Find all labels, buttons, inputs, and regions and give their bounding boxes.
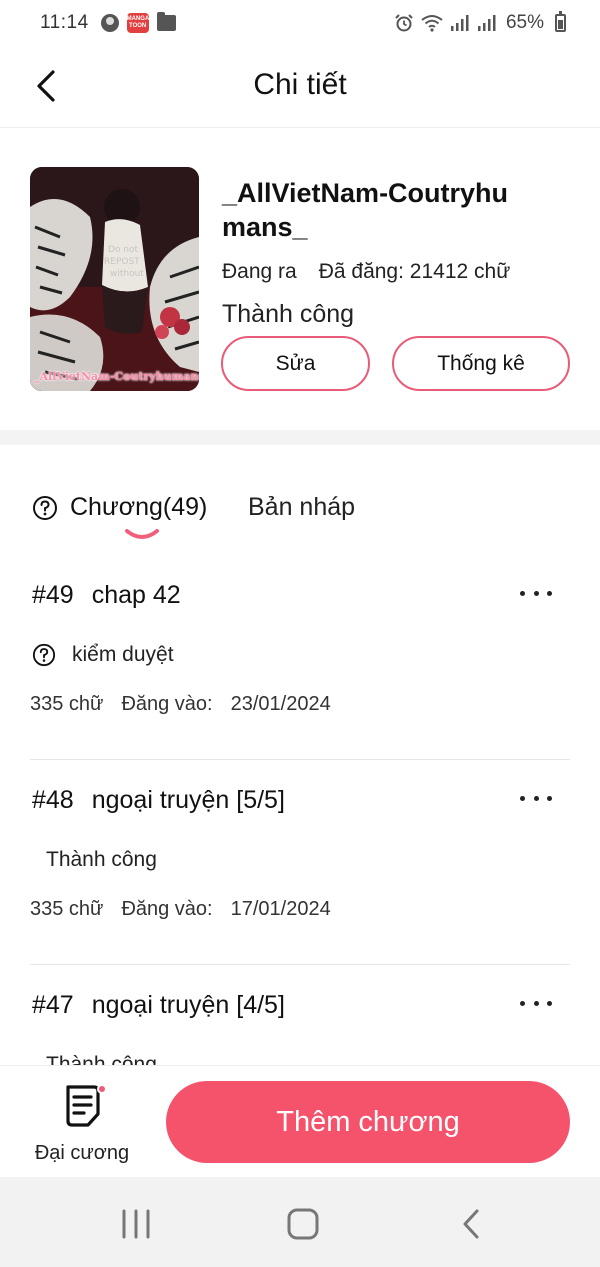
page-title: Chi tiết bbox=[253, 68, 347, 101]
story-state: Đang ra bbox=[222, 260, 297, 283]
more-dot bbox=[520, 795, 525, 801]
story-title: _AllVietNam-Coutryhumans_ bbox=[222, 178, 509, 242]
status-time: 11:14 bbox=[40, 12, 89, 33]
app-badge-icon: MANGA TOON bbox=[126, 13, 149, 33]
recent-apps-button[interactable] bbox=[116, 1207, 156, 1241]
chapter-number: #47 bbox=[32, 991, 74, 1019]
chapter-title: ngoại truyện [4/5] bbox=[91, 991, 285, 1019]
wifi-icon bbox=[421, 15, 443, 32]
chapter-status: Thành công bbox=[46, 848, 157, 872]
chapter-heading: #48 ngoại truyện [5/5] bbox=[32, 786, 285, 815]
chapter-posted-label: Đăng vào: bbox=[121, 898, 213, 920]
chapter-more-button[interactable] bbox=[520, 993, 552, 1013]
cover-caption: _AllVietNam-Coutryhumans_ bbox=[34, 370, 199, 383]
battery-icon bbox=[555, 11, 566, 32]
chapter-list: #49 chap 42 kiểm duyệt 335 chữ Đăng vào:… bbox=[0, 555, 600, 1065]
more-dot bbox=[547, 590, 552, 596]
status-bar: 11:14 MANGA TOON 65% bbox=[0, 0, 600, 46]
tab-chapters[interactable]: Chương(49) bbox=[32, 493, 207, 522]
folder-icon bbox=[156, 12, 176, 31]
section-divider bbox=[0, 430, 600, 445]
status-notification-icons: MANGA TOON bbox=[100, 12, 176, 33]
status-system-icons: 65% bbox=[394, 11, 566, 34]
help-circle-icon bbox=[33, 495, 57, 520]
active-tab-indicator bbox=[125, 529, 159, 539]
chapter-date: 17/01/2024 bbox=[230, 898, 331, 920]
svg-text:without: without bbox=[110, 269, 144, 279]
bottom-action-bar: Đại cương Thêm chương bbox=[0, 1065, 600, 1177]
outline-label: Đại cương bbox=[34, 1142, 130, 1164]
home-button[interactable] bbox=[283, 1207, 323, 1241]
recent-apps-icon bbox=[122, 1209, 150, 1239]
tab-drafts[interactable]: Bản nháp bbox=[248, 493, 355, 522]
alarm-icon bbox=[395, 14, 413, 32]
cover-illustration: Do not REPOST without bbox=[30, 167, 199, 391]
svg-text:REPOST: REPOST bbox=[104, 257, 140, 267]
svg-text:Do not: Do not bbox=[108, 245, 139, 255]
chapter-tabs: Chương(49) Bản nháp bbox=[0, 445, 600, 555]
add-chapter-button[interactable]: Thêm chương bbox=[166, 1081, 570, 1163]
chapter-number: #49 bbox=[32, 581, 74, 609]
chapter-status: Thành công bbox=[46, 1053, 157, 1065]
chapter-more-button[interactable] bbox=[520, 583, 552, 603]
system-back-icon bbox=[463, 1209, 479, 1239]
more-dot bbox=[533, 590, 539, 596]
home-icon bbox=[287, 1208, 319, 1240]
more-dot bbox=[547, 1000, 552, 1006]
chapter-more-button[interactable] bbox=[520, 788, 552, 808]
chapter-meta: 335 chữ Đăng vào: 17/01/2024 bbox=[30, 898, 331, 921]
signal-icon-2 bbox=[477, 15, 496, 31]
statistics-button[interactable]: Thống kê bbox=[392, 336, 570, 391]
chapter-title: chap 42 bbox=[91, 581, 181, 609]
notification-dot bbox=[97, 1084, 107, 1094]
edit-button[interactable]: Sửa bbox=[221, 336, 370, 391]
chapter-number: #48 bbox=[32, 786, 74, 814]
more-dot bbox=[533, 795, 539, 801]
chapter-title: ngoại truyện [5/5] bbox=[91, 786, 285, 814]
system-navigation-bar bbox=[0, 1177, 600, 1267]
story-info-card: Do not REPOST without _AllVietNam-Coutry… bbox=[0, 128, 600, 430]
more-dot bbox=[533, 1000, 539, 1006]
chapter-heading: #47 ngoại truyện [4/5] bbox=[32, 991, 285, 1020]
story-cover-image[interactable]: Do not REPOST without _AllVietNam-Coutry… bbox=[30, 167, 199, 391]
chapter-heading: #49 chap 42 bbox=[32, 581, 181, 610]
chapter-meta: 335 chữ Đăng vào: 23/01/2024 bbox=[30, 693, 331, 716]
more-dot bbox=[547, 795, 552, 801]
chapter-status-text: Thành công bbox=[46, 1053, 157, 1065]
more-dot bbox=[520, 590, 525, 596]
chapter-word-count: 335 chữ bbox=[30, 898, 104, 920]
chapter-word-count: 335 chữ bbox=[30, 693, 104, 715]
chapter-status: kiểm duyệt bbox=[32, 643, 174, 667]
chapter-item[interactable]: #49 chap 42 kiểm duyệt 335 chữ Đăng vào:… bbox=[30, 555, 570, 760]
more-dot bbox=[520, 1000, 525, 1006]
chapter-item[interactable]: #48 ngoại truyện [5/5] Thành công 335 ch… bbox=[30, 760, 570, 965]
tab-drafts-label: Bản nháp bbox=[248, 493, 356, 521]
chapter-status-text: kiểm duyệt bbox=[72, 643, 174, 666]
system-back-button[interactable] bbox=[452, 1207, 492, 1241]
chapter-item[interactable]: #47 ngoại truyện [4/5] Thành công bbox=[30, 965, 570, 1065]
story-review-status: Thành công bbox=[222, 300, 355, 328]
story-meta: Đang ra Đã đăng: 21412 chữ bbox=[222, 260, 510, 284]
globe-icon bbox=[100, 14, 119, 32]
battery-percentage: 65% bbox=[505, 12, 544, 33]
app-header: Chi tiết bbox=[0, 46, 600, 128]
help-circle-icon bbox=[32, 643, 56, 667]
signal-icon bbox=[450, 15, 469, 31]
tab-chapters-label: Chương(49) bbox=[70, 493, 208, 521]
chapter-date: 23/01/2024 bbox=[230, 693, 331, 715]
outline-button[interactable]: Đại cương bbox=[26, 1076, 138, 1171]
story-word-count: Đã đăng: 21412 chữ bbox=[318, 260, 511, 283]
chapter-posted-label: Đăng vào: bbox=[121, 693, 213, 715]
chapter-status-text: Thành công bbox=[46, 848, 157, 871]
